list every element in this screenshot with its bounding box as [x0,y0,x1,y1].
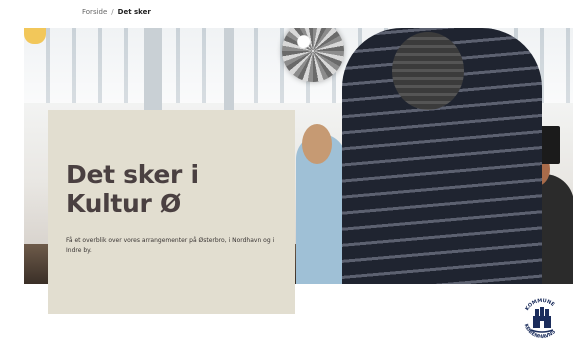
breadcrumb-current: Det sker [117,8,151,16]
breadcrumb-home-link[interactable]: Forside [82,8,107,16]
page-title: Det sker i Kultur Ø [66,160,199,218]
breadcrumb-separator: / [111,8,114,16]
hero-card: Det sker i Kultur Ø Få et overblik over … [48,110,295,314]
hero-dancer-head [302,124,332,164]
page-description: Få et overblik over vores arrangementer … [66,237,275,254]
hero-person-head [392,32,464,110]
kobenhavns-kommune-logo-icon[interactable]: KOMMUNE KØBENHAVNS [520,296,564,340]
breadcrumb: Forside / Det sker [82,8,151,16]
